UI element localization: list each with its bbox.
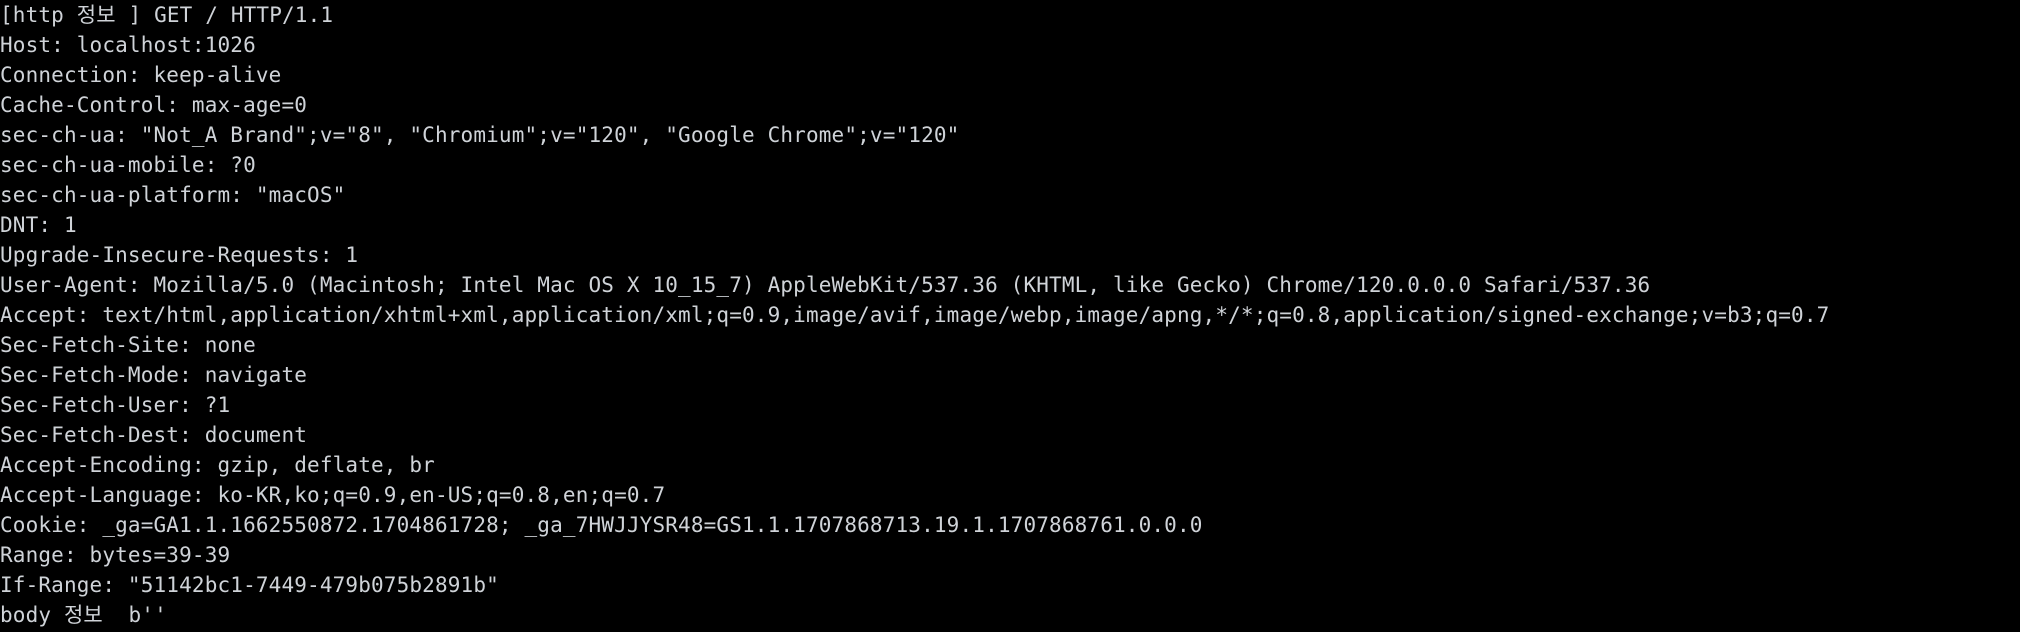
terminal-line-request-line: [http 정보 ] GET / HTTP/1.1 — [0, 3, 334, 27]
terminal-line-accept-encoding: Accept-Encoding: gzip, deflate, br — [0, 453, 435, 477]
terminal-line-cookie: Cookie: _ga=GA1.1.1662550872.1704861728;… — [0, 513, 1203, 537]
terminal-line-sec-ch-ua-mobile: sec-ch-ua-mobile: ?0 — [0, 153, 256, 177]
terminal-line-body: body 정보 b'' — [0, 603, 167, 627]
terminal-line-sec-fetch-dest: Sec-Fetch-Dest: document — [0, 423, 308, 447]
terminal-line-sec-fetch-site: Sec-Fetch-Site: none — [0, 333, 256, 357]
terminal-line-sec-fetch-user: Sec-Fetch-User: ?1 — [0, 393, 231, 417]
terminal-line-sec-ch-ua-platform: sec-ch-ua-platform: "macOS" — [0, 183, 346, 207]
terminal-line-if-range: If-Range: "51142bc1-7449-479b075b2891b" — [0, 573, 499, 597]
terminal-line-accept-language: Accept-Language: ko-KR,ko;q=0.9,en-US;q=… — [0, 483, 666, 507]
terminal-line-cache-control: Cache-Control: max-age=0 — [0, 93, 308, 117]
terminal-line-sec-fetch-mode: Sec-Fetch-Mode: navigate — [0, 363, 308, 387]
terminal-output: [http 정보 ] GET / HTTP/1.1 Host: localhos… — [0, 0, 2020, 632]
terminal-line-connection: Connection: keep-alive — [0, 63, 282, 87]
terminal-line-host: Host: localhost:1026 — [0, 33, 256, 57]
terminal-line-accept: Accept: text/html,application/xhtml+xml,… — [0, 303, 1830, 327]
terminal-line-upgrade-insecure-requests: Upgrade-Insecure-Requests: 1 — [0, 243, 359, 267]
terminal-line-user-agent: User-Agent: Mozilla/5.0 (Macintosh; Inte… — [0, 273, 1651, 297]
terminal-line-sec-ch-ua: sec-ch-ua: "Not_A Brand";v="8", "Chromiu… — [0, 123, 960, 147]
terminal-line-dnt: DNT: 1 — [0, 213, 77, 237]
terminal-line-range: Range: bytes=39-39 — [0, 543, 231, 567]
